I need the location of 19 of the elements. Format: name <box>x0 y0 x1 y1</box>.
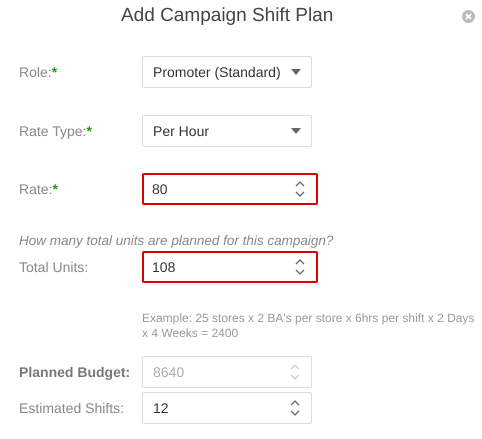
number-field[interactable]: 108 <box>142 251 318 283</box>
spinner-icon[interactable] <box>294 257 306 277</box>
dropdown[interactable]: Per Hour <box>142 115 312 147</box>
field-label: Role:* <box>19 64 58 80</box>
question-text: How many total units are planned for this campaign? <box>19 233 334 248</box>
spinner-icon[interactable] <box>294 179 306 199</box>
field-label: Rate:* <box>19 181 59 197</box>
caret-icon[interactable] <box>291 69 301 75</box>
field-label: Total Units: <box>19 259 90 275</box>
dropdown[interactable]: Promoter (Standard) <box>142 56 312 88</box>
field-label: Planned Budget: <box>19 364 132 380</box>
hint-text: Example: 25 stores x 2 BA's per store x 6hrs per shift x 2 Days x 4 Weeks = 2400 <box>142 311 476 341</box>
caret-icon[interactable] <box>291 128 301 134</box>
dialog-title: Add Campaign Shift Plan <box>121 5 334 27</box>
field-label: Estimated Shifts: <box>19 400 126 416</box>
field-label: Rate Type:* <box>19 123 93 139</box>
number-field[interactable]: 80 <box>142 173 318 205</box>
number-field[interactable]: 12 <box>142 392 312 424</box>
spinner-icon[interactable] <box>289 398 301 418</box>
